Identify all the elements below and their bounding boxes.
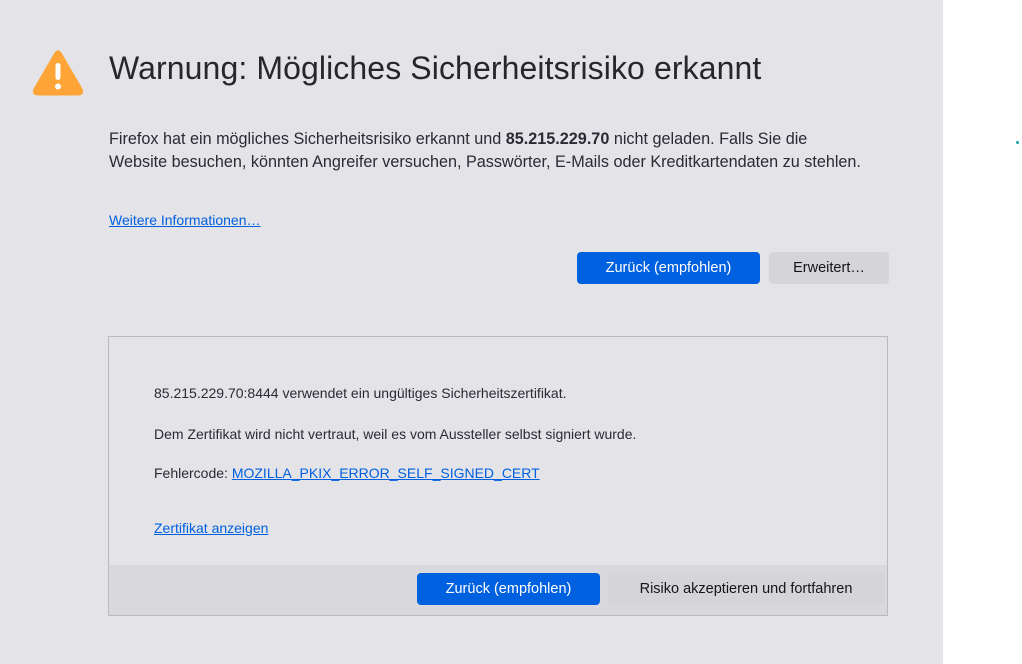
- back-button[interactable]: Zurück (empfohlen): [577, 252, 760, 284]
- accept-risk-button[interactable]: Risiko akzeptieren und fortfahren: [608, 573, 884, 605]
- decorative-dot: [1016, 141, 1019, 144]
- error-code-label: Fehlercode:: [154, 465, 232, 481]
- intro-text: Firefox hat ein mögliches Sicherheitsris…: [109, 128, 869, 173]
- view-certificate-link[interactable]: Zertifikat anzeigen: [154, 520, 268, 536]
- error-code-link[interactable]: MOZILLA_PKIX_ERROR_SELF_SIGNED_CERT: [232, 465, 540, 481]
- panel-back-button[interactable]: Zurück (empfohlen): [417, 573, 600, 605]
- cert-invalid-message: 85.215.229.70:8444 verwendet ein ungülti…: [154, 385, 567, 401]
- cert-trust-message: Dem Zertifikat wird nicht vertraut, weil…: [154, 426, 637, 442]
- advanced-panel: 85.215.229.70:8444 verwendet ein ungülti…: [108, 336, 888, 616]
- page: Warnung: Mögliches Sicherheitsrisiko erk…: [0, 0, 1022, 664]
- warning-triangle-icon: [32, 50, 84, 96]
- intro-text-part1: Firefox hat ein mögliches Sicherheitsris…: [109, 130, 506, 148]
- advanced-button[interactable]: Erweitert…: [769, 252, 889, 284]
- panel-footer: Zurück (empfohlen) Risiko akzeptieren un…: [109, 565, 887, 615]
- more-info-link[interactable]: Weitere Informationen…: [109, 212, 260, 228]
- error-code-line: Fehlercode: MOZILLA_PKIX_ERROR_SELF_SIGN…: [154, 465, 540, 481]
- page-title: Warnung: Mögliches Sicherheitsrisiko erk…: [109, 50, 762, 86]
- error-page: Warnung: Mögliches Sicherheitsrisiko erk…: [0, 0, 943, 664]
- host-name: 85.215.229.70: [505, 130, 610, 148]
